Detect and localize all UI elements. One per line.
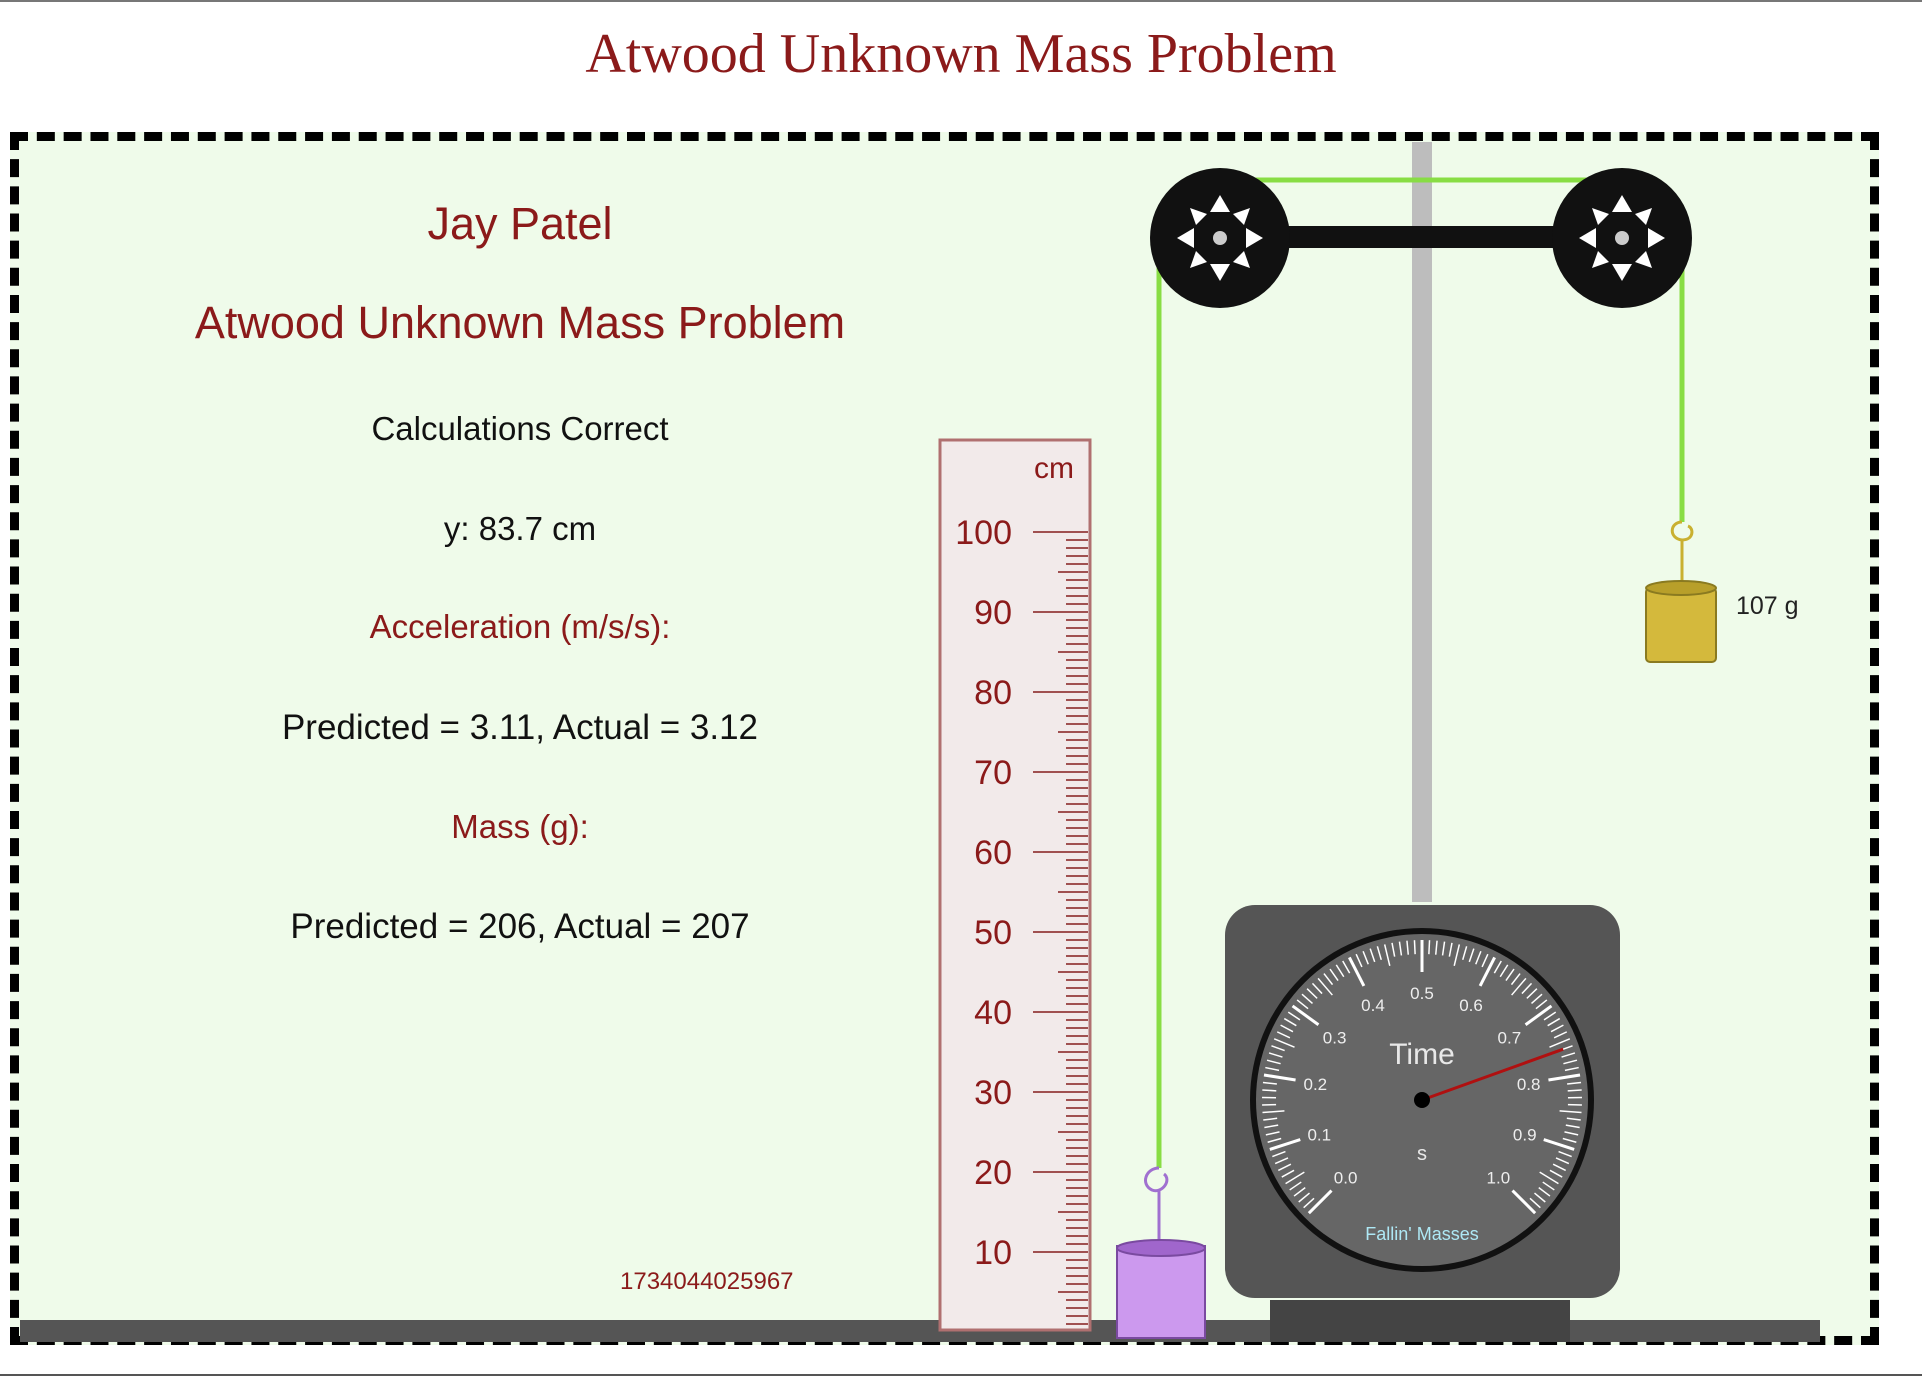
stopwatch: 0.0 0.1 0.2 0.3 0.4 0.5 0.6 0.7 0.8 0.9 1.0 Time s…: [1225, 905, 1620, 1342]
bottom-border-line: [0, 1374, 1922, 1376]
support-post: [1412, 142, 1432, 902]
ruler-label: 60: [974, 834, 1012, 872]
ruler-label: 90: [974, 594, 1012, 632]
timer-unit: s: [1417, 1143, 1427, 1165]
ruler-label: 50: [974, 914, 1012, 952]
dial-label: 1.0: [1487, 1168, 1511, 1187]
ruler-label: 30: [974, 1074, 1012, 1112]
dial-label: 0.6: [1459, 996, 1483, 1015]
dial-label: 0.4: [1361, 996, 1385, 1015]
meter-ruler: cm 100 90 80 70 60 50 40 30 20 10: [938, 438, 1092, 1332]
ruler-label: 80: [974, 674, 1012, 712]
dial-tick: [1413, 940, 1416, 955]
hanging-mass-label: 107 g: [1736, 592, 1799, 620]
atwood-apparatus: 107 g cm 100 90 80 70 60 50 40 30 20 10 0.0 0.1 0.2…: [20, 142, 1820, 1342]
dial-label: 0.2: [1304, 1075, 1328, 1094]
right-hanging-mass: [1645, 520, 1717, 663]
dial-label: 0.5: [1410, 984, 1434, 1003]
ruler-label: 100: [955, 514, 1012, 552]
dial-label: 0.0: [1334, 1168, 1358, 1187]
ruler-label: 20: [974, 1154, 1012, 1192]
timer-brand: Fallin' Masses: [1365, 1224, 1478, 1244]
dial-tick: [1567, 1089, 1582, 1092]
dial-label: 0.9: [1513, 1125, 1537, 1144]
timer-hub: [1414, 1092, 1430, 1108]
ruler-unit: cm: [1034, 452, 1074, 485]
dial-tick: [1428, 940, 1431, 955]
left-hanging-mass: [1116, 1166, 1206, 1339]
ruler-label: 40: [974, 994, 1012, 1032]
dial-label: 0.1: [1307, 1125, 1331, 1144]
ruler-label: 10: [974, 1234, 1012, 1272]
dial-label: 0.3: [1323, 1029, 1347, 1048]
dial-label: 0.8: [1517, 1075, 1541, 1094]
left-pulley: [1150, 168, 1290, 308]
ruler-label: 70: [974, 754, 1012, 792]
timer-title: Time: [1389, 1038, 1455, 1071]
right-pulley: [1552, 168, 1692, 308]
dial-label: 0.7: [1498, 1029, 1522, 1048]
dial-tick: [1262, 1089, 1277, 1092]
